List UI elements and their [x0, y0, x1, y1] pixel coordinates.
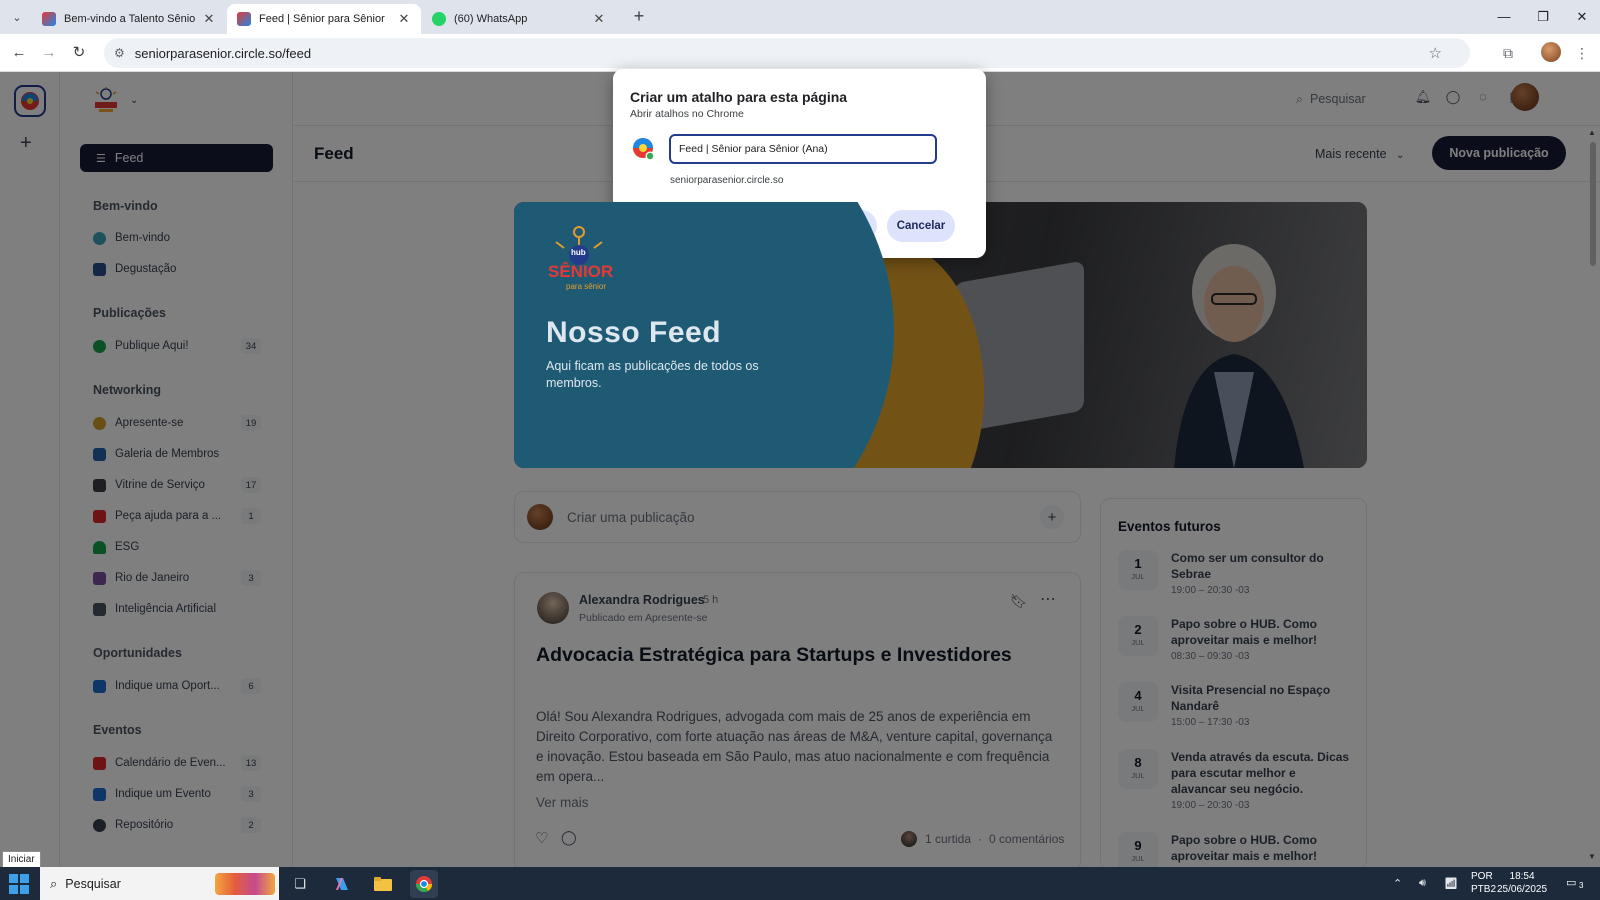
windows-start-icon[interactable] [8, 873, 30, 895]
bookmark-star-icon[interactable]: ☆ [1429, 44, 1442, 62]
windows-taskbar: ⌕ Pesquisar ❏ ⌃ 🔊︎ 📶︎ POR PTB2 18:54 25/… [0, 867, 1600, 900]
system-clock[interactable]: 18:54 25/06/2025 [1497, 870, 1547, 896]
clock-time: 18:54 [1509, 871, 1535, 882]
network-icon[interactable]: 📶︎ [1444, 867, 1458, 900]
tab-whatsapp[interactable]: (60) WhatsApp ✕ [422, 4, 616, 34]
site-settings-icon[interactable]: ⚙ [114, 46, 125, 60]
task-view-icon[interactable]: ❏ [286, 870, 314, 898]
new-tab-plus-icon[interactable]: + [628, 6, 650, 28]
tab-label: Feed | Sênior para Sênior [259, 13, 385, 25]
browser-toolbar: ← → ↻ ⚙ seniorparasenior.circle.so/feed … [0, 34, 1600, 72]
start-tooltip: Iniciar [2, 851, 41, 868]
search-icon: ⌕ [50, 875, 58, 891]
whatsapp-favicon-icon [432, 12, 446, 26]
tab-label: Bem-vindo a Talento Sênior | Ta [64, 13, 196, 25]
logo-senior-text: SÊNIOR [548, 262, 614, 281]
shortcut-name-input[interactable] [669, 134, 937, 164]
language-code: POR [1471, 871, 1493, 882]
tab-label: (60) WhatsApp [454, 13, 528, 25]
volume-icon[interactable]: 🔊︎ [1419, 867, 1426, 900]
back-arrow-icon[interactable]: ← [8, 42, 30, 64]
browser-tab-strip: ⌄ Bem-vindo a Talento Sênior | Ta ✕ Feed… [0, 0, 1600, 34]
cancel-button[interactable]: Cancelar [887, 210, 955, 242]
language-indicator[interactable]: POR PTB2 [1471, 870, 1496, 896]
close-tab-icon[interactable]: ✕ [592, 11, 606, 27]
logo-hub-text: hub [571, 248, 586, 257]
search-highlight-image [215, 873, 275, 895]
close-window-icon[interactable]: ✕ [1571, 6, 1593, 28]
copilot-icon[interactable] [328, 870, 356, 898]
banner-title: Nosso Feed [546, 316, 722, 349]
address-url: seniorparasenior.circle.so/feed [134, 45, 312, 61]
notification-count: 3 [1579, 881, 1584, 890]
logo-para-text: para sênior [566, 282, 607, 291]
close-tab-icon[interactable]: ✕ [202, 11, 216, 27]
shortcut-url: seniorparasenior.circle.so [670, 175, 784, 186]
taskbar-search-label: Pesquisar [65, 876, 121, 891]
banner-subtitle: Aqui ficam as publicações de todos os me… [546, 359, 759, 390]
tab-feed-senior[interactable]: Feed | Sênior para Sênior ✕ [227, 4, 421, 34]
minimize-icon[interactable]: — [1493, 6, 1515, 28]
forward-arrow-icon[interactable]: → [38, 42, 60, 64]
reload-icon[interactable]: ↻ [68, 42, 90, 64]
address-bar[interactable]: ⚙ seniorparasenior.circle.so/feed ☆ [104, 38, 1470, 68]
file-explorer-icon[interactable] [369, 870, 397, 898]
menu-kebab-icon[interactable]: ⋮ [1571, 42, 1593, 64]
restore-icon[interactable]: ❐ [1532, 6, 1554, 28]
browser-profile-avatar[interactable] [1541, 42, 1561, 62]
circle-favicon-icon [237, 12, 251, 26]
keyboard-layout: PTB2 [1471, 884, 1497, 895]
dialog-title: Criar um atalho para esta página [630, 89, 848, 105]
clock-date: 25/06/2025 [1497, 884, 1548, 895]
extensions-icon[interactable]: ⧉ [1497, 42, 1519, 64]
chrome-icon[interactable] [410, 870, 438, 898]
dialog-subtitle: Abrir atalhos no Chrome [630, 108, 744, 120]
site-favicon-icon [633, 138, 655, 161]
notifications-icon[interactable]: ▭ 3 [1566, 876, 1586, 892]
circle-favicon-icon [42, 12, 56, 26]
taskbar-search[interactable]: ⌕ Pesquisar [40, 867, 279, 900]
notification-bubble-icon: ▭ [1566, 877, 1577, 889]
tab-search-chevron-icon[interactable]: ⌄ [6, 6, 28, 28]
close-tab-icon[interactable]: ✕ [397, 11, 411, 27]
show-hidden-icons-chevron-icon[interactable]: ⌃ [1393, 867, 1402, 900]
tab-talento-senior[interactable]: Bem-vindo a Talento Sênior | Ta ✕ [32, 4, 226, 34]
